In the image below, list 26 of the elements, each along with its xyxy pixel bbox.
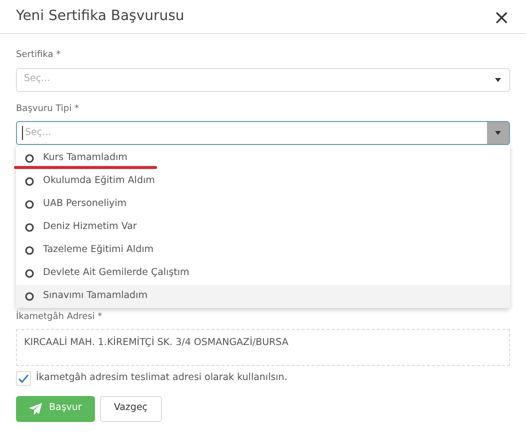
dropdown-option[interactable]: Sınavımı Tamamladım [16, 285, 510, 308]
cancel-button[interactable]: Vazgeç [100, 396, 162, 422]
dropdown-option[interactable]: UAB Personeliyim [16, 193, 510, 216]
dropdown-option[interactable]: Deniz Hizmetim Var [16, 216, 510, 239]
dropdown-option[interactable]: Okulumda Eğitim Aldım [16, 170, 510, 193]
send-icon [29, 402, 42, 414]
caret-icon [495, 131, 501, 135]
radio-icon [25, 246, 34, 255]
address-field[interactable]: KIRCAALİ MAH. 1.KİREMİTÇİ SK. 3/4 OSMANGAZİ/BURSA [16, 328, 510, 366]
radio-icon [25, 154, 34, 163]
radio-icon [25, 200, 34, 209]
dropdown-option[interactable]: Kurs Tamamladım [16, 147, 510, 170]
close-button[interactable]: × [489, 6, 514, 26]
checkbox[interactable] [16, 370, 31, 386]
field-label: Başvuru Tipi * [16, 102, 79, 116]
dropdown-option[interactable]: Tazeleme Eğitimi Aldım [16, 239, 510, 262]
radio-icon [25, 292, 34, 301]
dialog-title: Yeni Sertifika Başvurusu [16, 7, 184, 26]
radio-icon [25, 177, 34, 186]
dropdown-option[interactable]: Devlete Ait Gemilerde Çalıştım [16, 262, 510, 285]
field-label: Sertifika * [16, 49, 61, 62]
field-label: İkametgâh Adresi * [16, 311, 102, 324]
radio-icon [25, 269, 34, 278]
checkbox-label: İkametgâh adresim teslimat adresi olarak kullanılsın. [36, 370, 288, 385]
radio-icon [25, 223, 34, 232]
caret-icon [495, 78, 501, 82]
